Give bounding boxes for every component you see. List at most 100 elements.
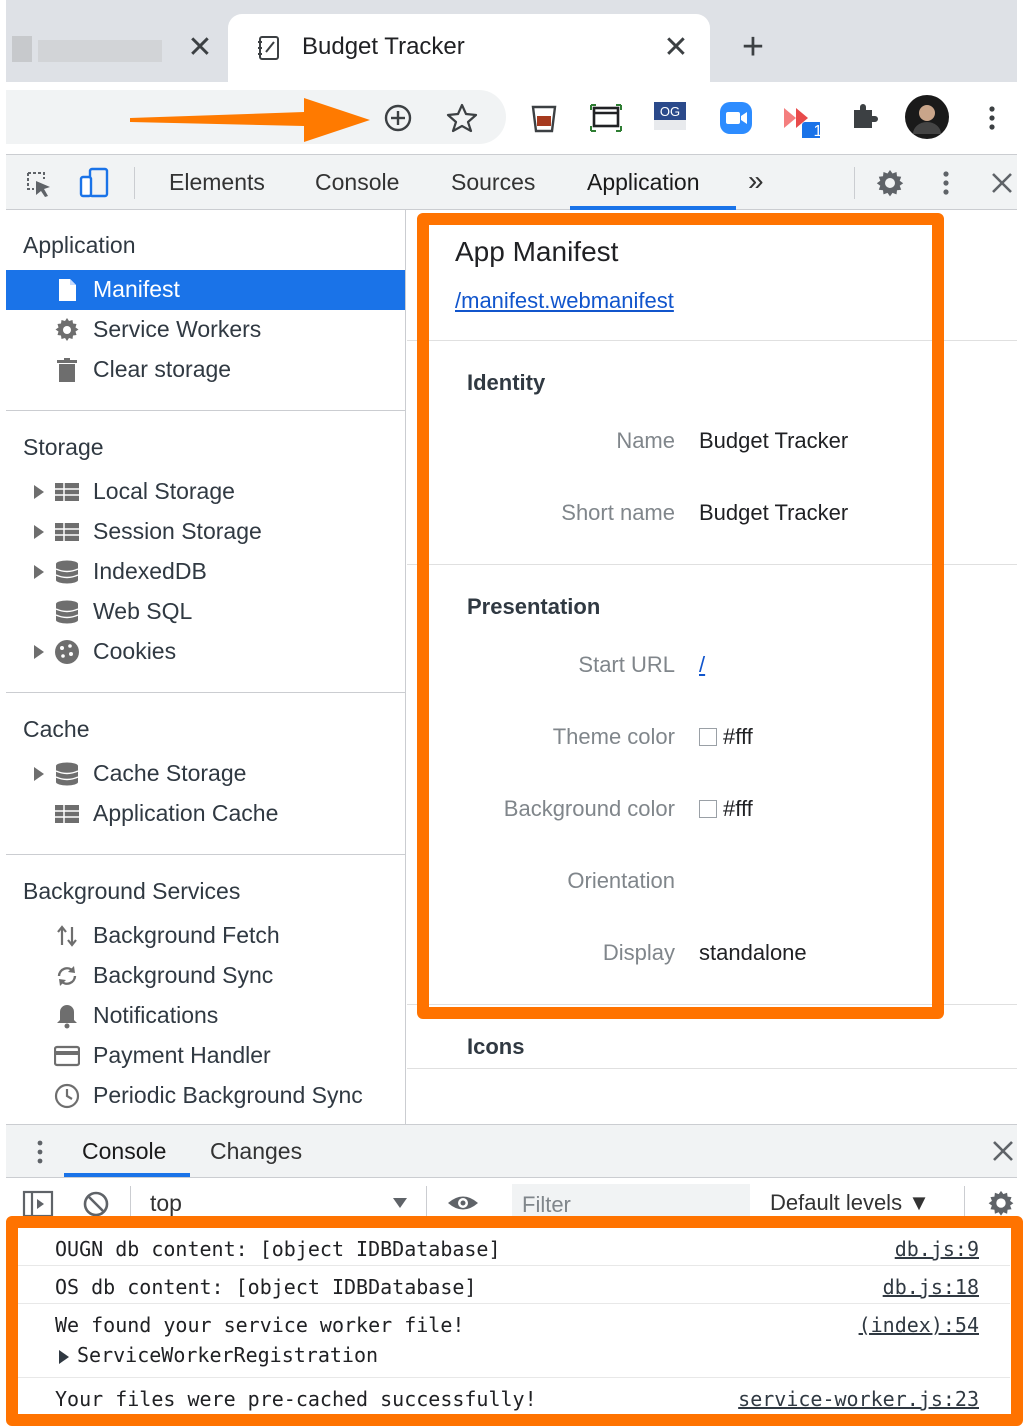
svg-text:OG: OG (660, 104, 680, 119)
close-drawer-icon[interactable] (990, 1138, 1016, 1164)
divider (426, 1186, 427, 1218)
console-settings-gear-icon[interactable] (986, 1188, 1016, 1218)
tab-console-drawer[interactable]: Console (82, 1138, 166, 1165)
sidebar-item-clear-storage[interactable]: Clear storage (6, 350, 405, 390)
database-icon (55, 560, 79, 584)
notebook-favicon-icon (258, 36, 279, 60)
screenshot-icon[interactable] (586, 98, 626, 138)
expand-arrow-icon[interactable] (34, 565, 44, 579)
divider (964, 1186, 965, 1218)
drawer-menu-icon[interactable] (28, 1137, 52, 1167)
tab-changes[interactable]: Changes (210, 1138, 302, 1165)
tab-sources[interactable]: Sources (451, 169, 535, 196)
section-heading-storage: Storage (23, 434, 104, 460)
sidebar-item-label: Background Sync (93, 962, 274, 988)
tab-application[interactable]: Application (587, 169, 700, 196)
active-tab[interactable]: Budget Tracker ✕ (228, 14, 710, 82)
sidebar-item-label: Background Fetch (93, 922, 280, 948)
sidebar-item-payment-handler[interactable]: Payment Handler (6, 1036, 405, 1076)
manifest-link[interactable]: /manifest.webmanifest (455, 288, 674, 314)
sidebar-item-background-sync[interactable]: Background Sync (6, 956, 405, 996)
chevron-down-icon[interactable] (392, 1196, 408, 1210)
close-tab-icon[interactable]: ✕ (660, 30, 692, 66)
divider (407, 1004, 1017, 1005)
field-label-display: Display (602, 940, 675, 965)
up-down-arrows-icon (57, 925, 77, 947)
sidebar-item-cookies[interactable]: Cookies (6, 632, 405, 672)
close-devtools-icon[interactable] (988, 169, 1016, 197)
devtools-menu-icon[interactable] (934, 167, 958, 199)
browser-tab-strip: ✕ Budget Tracker ✕ + (6, 0, 1017, 82)
bookmark-star-icon[interactable] (442, 98, 482, 138)
field-value-theme-color: #fff (699, 724, 753, 750)
sidebar-item-cache-storage[interactable]: Cache Storage (6, 754, 405, 794)
sidebar-item-session-storage[interactable]: Session Storage (6, 512, 405, 552)
database-icon (55, 762, 79, 786)
more-menu-icon[interactable] (972, 98, 1012, 138)
sync-icon (57, 966, 77, 986)
install-icon[interactable] (378, 98, 418, 138)
divider (130, 1186, 131, 1218)
zoom-extension-icon[interactable] (716, 98, 756, 138)
console-source-link[interactable]: db.js:9 (895, 1237, 979, 1261)
section-heading-cache: Cache (23, 716, 90, 742)
filter-input[interactable]: Filter (512, 1184, 750, 1222)
divider (6, 854, 405, 855)
devtools-tab-bar: Elements Console Sources Application » (6, 154, 1017, 210)
blurred-tab[interactable] (12, 28, 164, 72)
color-swatch[interactable] (699, 800, 717, 818)
sidebar-item-manifest[interactable]: Manifest (6, 270, 405, 310)
device-toolbar-icon[interactable] (78, 167, 110, 199)
tab-console[interactable]: Console (315, 169, 399, 196)
start-url-link[interactable]: / (699, 652, 705, 677)
background-color-text: #fff (723, 796, 753, 821)
log-levels-dropdown[interactable]: Default levels ▼ (770, 1190, 930, 1216)
console-source-link[interactable]: service-worker.js:23 (738, 1387, 979, 1411)
new-tab-button[interactable]: + (734, 28, 772, 68)
bell-icon (57, 1005, 77, 1029)
credit-card-icon (54, 1045, 80, 1067)
eye-icon[interactable] (446, 1190, 480, 1216)
sidebar-item-web-sql[interactable]: Web SQL (6, 592, 405, 632)
sidebar-item-indexeddb[interactable]: IndexedDB (6, 552, 405, 592)
extension-cup-icon[interactable] (524, 98, 564, 138)
expand-arrow-icon[interactable] (59, 1350, 69, 1364)
gear-icon[interactable] (874, 167, 906, 199)
table-grid-icon (55, 805, 79, 823)
field-label-theme-color: Theme color (552, 724, 675, 749)
expand-arrow-icon[interactable] (34, 485, 44, 499)
context-selector[interactable]: top (150, 1190, 182, 1217)
extensions-puzzle-icon[interactable] (844, 98, 884, 138)
sidebar-item-periodic-background-sync[interactable]: Periodic Background Sync (6, 1076, 405, 1116)
expand-arrow-icon[interactable] (34, 767, 44, 781)
console-source-link[interactable]: db.js:18 (883, 1275, 979, 1299)
sidebar-item-application-cache[interactable]: Application Cache (6, 794, 405, 834)
tab-elements[interactable]: Elements (169, 169, 265, 196)
profile-avatar[interactable] (904, 94, 950, 140)
console-object-text[interactable]: ServiceWorkerRegistration (77, 1343, 378, 1367)
og-extension-icon[interactable]: OG (650, 96, 690, 136)
close-tab-icon[interactable]: ✕ (184, 30, 216, 66)
clear-console-icon[interactable] (82, 1190, 110, 1218)
color-swatch[interactable] (699, 728, 717, 746)
annotation-arrow (130, 98, 370, 142)
sidebar-item-background-fetch[interactable]: Background Fetch (6, 916, 405, 956)
console-message-text: We found your service worker file! (55, 1313, 465, 1337)
expand-arrow-icon[interactable] (34, 645, 44, 659)
inspect-element-icon[interactable] (24, 169, 54, 199)
field-value-short-name: Budget Tracker (699, 500, 849, 525)
console-source-link[interactable]: (index):54 (859, 1313, 979, 1337)
divider (854, 167, 855, 199)
divider (6, 410, 405, 411)
sidebar-item-notifications[interactable]: Notifications (6, 996, 405, 1036)
section-heading-identity: Identity (467, 370, 546, 395)
sidebar-item-local-storage[interactable]: Local Storage (6, 472, 405, 512)
trash-icon (57, 358, 77, 382)
sidebar-item-label: Service Workers (93, 316, 262, 342)
blurred-tab-title (38, 40, 162, 62)
sidebar-item-label: Payment Handler (93, 1042, 271, 1068)
sidebar-toggle-icon[interactable] (22, 1190, 54, 1218)
more-tabs-button[interactable]: » (748, 165, 764, 197)
expand-arrow-icon[interactable] (34, 525, 44, 539)
sidebar-item-service-workers[interactable]: Service Workers (6, 310, 405, 350)
